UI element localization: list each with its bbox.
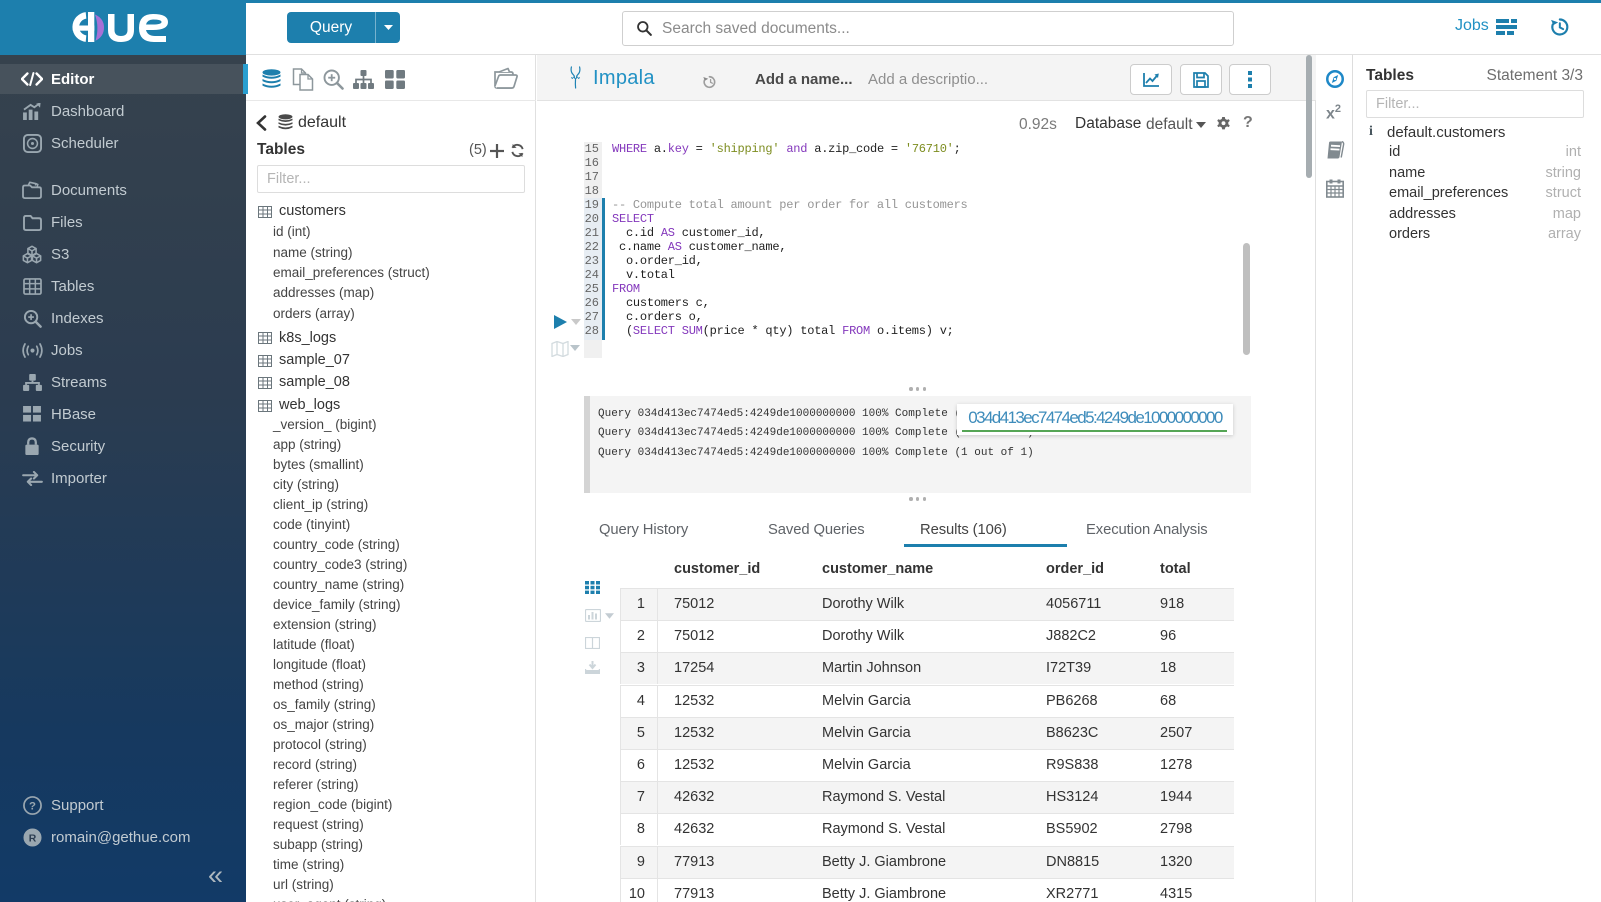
svg-text:R: R bbox=[28, 833, 36, 844]
svg-text:?: ? bbox=[29, 800, 36, 812]
